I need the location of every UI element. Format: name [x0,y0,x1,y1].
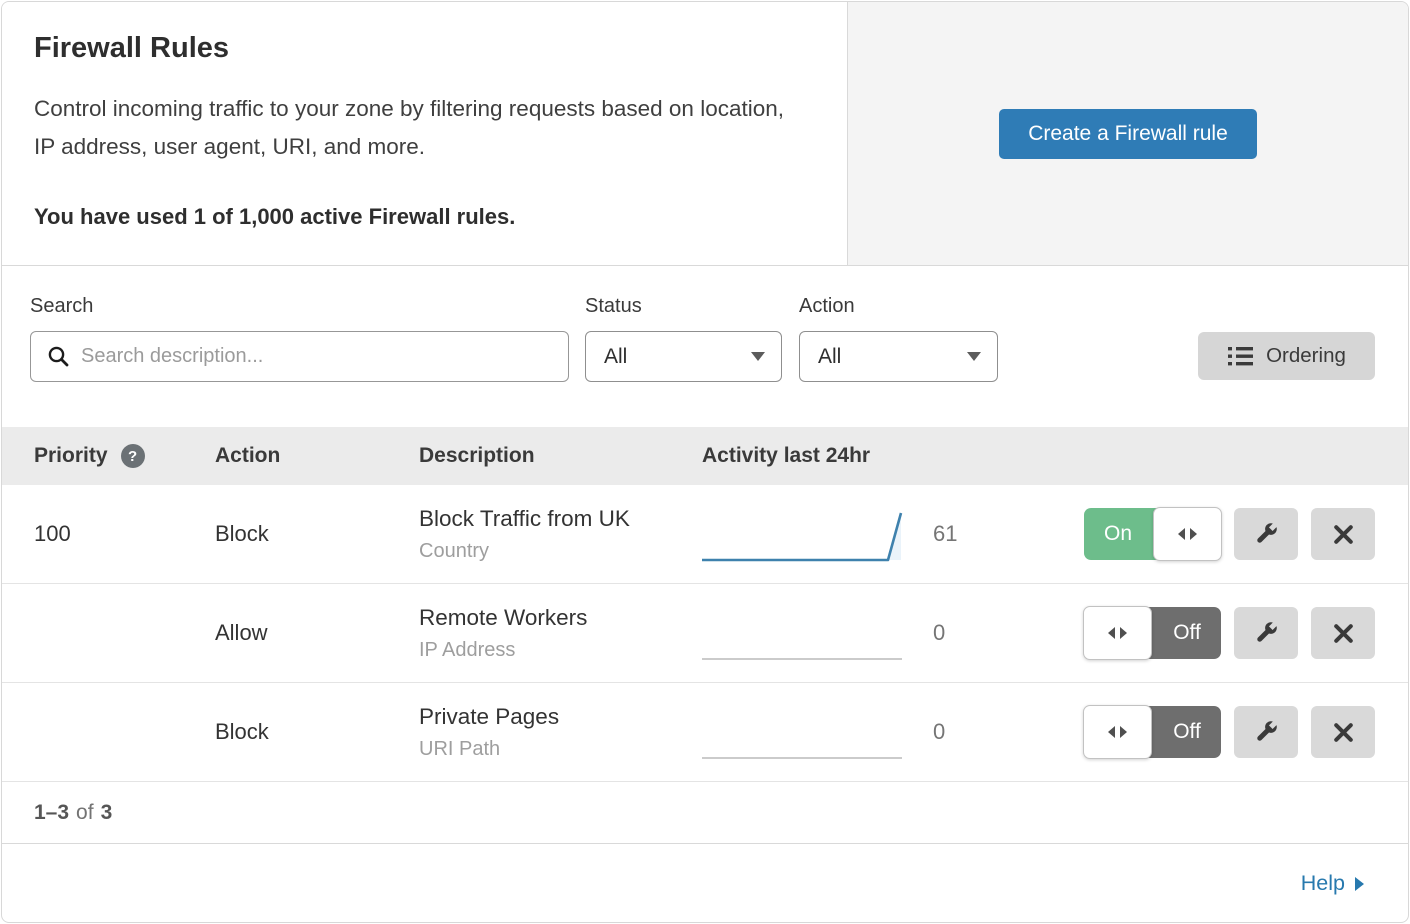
rule-enabled-toggle[interactable]: On [1084,508,1221,560]
table-row: Block Private Pages URI Path 0 Off [2,683,1408,782]
table-row: 100 Block Block Traffic from UK Country … [2,485,1408,584]
arrow-left-icon [1108,726,1115,738]
firewall-rules-card: Firewall Rules Control incoming traffic … [1,1,1409,923]
action-select[interactable]: All [799,331,998,382]
rule-description: Private Pages [419,704,702,730]
arrow-right-icon [1120,627,1127,639]
header-text-panel: Firewall Rules Control incoming traffic … [2,2,847,265]
toggle-knob[interactable] [1153,507,1222,561]
action-value: Allow [215,620,419,646]
rule-enabled-toggle[interactable]: Off [1084,607,1221,659]
search-input[interactable] [81,345,554,368]
toggle-knob[interactable] [1083,606,1152,660]
wrench-icon [1252,619,1280,647]
filter-bar: Search Status All Action All [2,266,1408,427]
chevron-down-icon [751,352,765,361]
activity-sparkline [702,594,907,673]
status-select[interactable]: All [585,331,782,382]
action-value: Block [215,521,419,547]
description-cell: Block Traffic from UK Country [419,506,702,563]
toggle-knob[interactable] [1083,705,1152,759]
status-filter-group: Status All [585,295,782,382]
search-icon [47,345,71,369]
chevron-down-icon [967,352,981,361]
arrow-left-icon [1108,627,1115,639]
delete-rule-button[interactable] [1311,508,1375,560]
close-icon [1331,621,1356,646]
pagination-bar: 1–3 of 3 [2,782,1408,844]
edit-rule-button[interactable] [1234,508,1298,560]
rule-match-type: URI Path [419,738,702,761]
action-value: Block [215,719,419,745]
close-icon [1331,522,1356,547]
pagination-of-label: of [76,801,94,825]
ordering-button-label: Ordering [1266,344,1346,368]
rule-match-type: Country [419,540,702,563]
arrow-right-icon [1190,528,1197,540]
column-header-description: Description [419,444,702,468]
toggle-state-label: Off [1153,706,1221,758]
close-icon [1331,720,1356,745]
search-group: Search [30,295,569,382]
footer-bar: Help [2,844,1408,922]
toggle-state-label: Off [1153,607,1221,659]
action-label: Action [799,295,998,318]
activity-count: 61 [907,521,997,547]
table-row: Allow Remote Workers IP Address 0 Off [2,584,1408,683]
priority-header-label: Priority [34,444,108,468]
action-filter-group: Action All [799,295,998,382]
rule-description: Block Traffic from UK [419,506,702,532]
page-title: Firewall Rules [34,32,815,65]
chevron-right-icon [1355,877,1364,891]
priority-value: 100 [34,521,215,547]
column-header-action: Action [215,444,419,468]
usage-summary: You have used 1 of 1,000 active Firewall… [34,204,815,230]
help-link-label: Help [1301,871,1345,896]
page-description: Control incoming traffic to your zone by… [34,90,809,166]
priority-help-icon[interactable]: ? [121,444,145,468]
rule-enabled-toggle[interactable]: Off [1084,706,1221,758]
arrow-right-icon [1120,726,1127,738]
row-controls: Off [997,706,1375,758]
description-cell: Remote Workers IP Address [419,605,702,662]
row-controls: Off [997,607,1375,659]
edit-rule-button[interactable] [1234,607,1298,659]
header-section: Firewall Rules Control incoming traffic … [2,2,1408,266]
search-box [30,331,569,382]
row-controls: On [997,508,1375,560]
status-label: Status [585,295,782,318]
edit-rule-button[interactable] [1234,706,1298,758]
pagination-range: 1–3 [34,801,69,825]
rule-description: Remote Workers [419,605,702,631]
activity-sparkline [702,495,907,574]
table-header-row: Priority ? Action Description Activity l… [2,427,1408,485]
wrench-icon [1252,520,1280,548]
rule-match-type: IP Address [419,639,702,662]
activity-count: 0 [907,719,997,745]
description-cell: Private Pages URI Path [419,704,702,761]
create-firewall-rule-button[interactable]: Create a Firewall rule [999,109,1257,159]
delete-rule-button[interactable] [1311,607,1375,659]
pagination-total: 3 [101,801,113,825]
action-selected-value: All [818,345,841,369]
wrench-icon [1252,718,1280,746]
activity-count: 0 [907,620,997,646]
ordering-list-icon [1227,345,1254,368]
header-action-panel: Create a Firewall rule [847,2,1408,265]
toggle-state-label: On [1084,508,1152,560]
activity-sparkline [702,693,907,772]
ordering-button[interactable]: Ordering [1198,332,1375,380]
arrow-left-icon [1178,528,1185,540]
delete-rule-button[interactable] [1311,706,1375,758]
search-label: Search [30,295,569,318]
column-header-priority: Priority ? [34,444,215,468]
help-link[interactable]: Help [1301,871,1364,896]
column-header-activity: Activity last 24hr [702,444,907,468]
status-selected-value: All [604,345,627,369]
